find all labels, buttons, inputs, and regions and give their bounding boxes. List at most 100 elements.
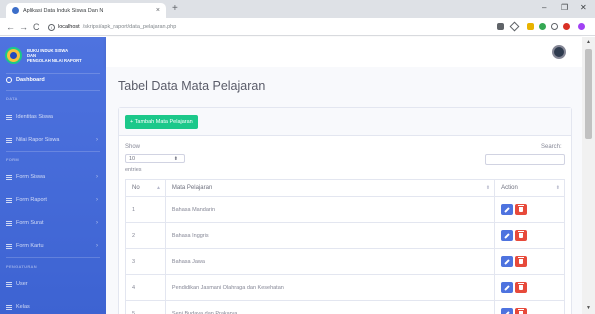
maximize-button[interactable]: ❐ xyxy=(561,3,568,13)
edit-button[interactable] xyxy=(501,204,514,215)
sidebar-item-identitas-siswa[interactable]: Identitas Siswa xyxy=(0,110,106,124)
trash-icon xyxy=(518,283,525,290)
extension-icon[interactable] xyxy=(527,23,534,30)
brand-text: BUKU INDUK SISWA DAN PENGOLAH NILAI RAPO… xyxy=(27,47,82,63)
edit-button[interactable] xyxy=(501,308,514,314)
sidebar-item-form-kartu[interactable]: Form Kartu › xyxy=(0,239,106,253)
card-header: + Tambah Mata Pelajaran xyxy=(119,108,571,136)
table-row: 2 Bahasa Inggris xyxy=(125,222,565,249)
show-label: Show xyxy=(125,144,141,150)
page-title: Tabel Data Mata Pelajaran xyxy=(118,79,266,93)
subject-name: Bahasa Jawa xyxy=(164,248,496,275)
edit-button[interactable] xyxy=(501,230,514,241)
reload-button[interactable]: C xyxy=(33,21,40,33)
table-icon xyxy=(6,281,12,287)
sidebar: BUKU INDUK SISWA DAN PENGOLAH NILAI RAPO… xyxy=(0,37,106,314)
sidebar-item-label: Form Raport xyxy=(16,197,47,203)
page-length-select[interactable]: 10 ⬍ xyxy=(125,154,185,163)
chevron-right-icon: › xyxy=(96,197,98,203)
sidebar-item-label: User xyxy=(16,281,28,287)
sidebar-item-form-siswa[interactable]: Form Siswa › xyxy=(0,170,106,184)
scrollbar-thumb[interactable] xyxy=(585,49,592,139)
add-subject-button[interactable]: + Tambah Mata Pelajaran xyxy=(125,115,198,129)
row-actions xyxy=(494,300,565,314)
profile-avatar-icon[interactable] xyxy=(578,23,585,30)
entries-label: entries xyxy=(125,167,142,173)
browser-tab[interactable]: Aplikasi Data Induk Siswa Dan N × xyxy=(6,3,166,18)
minimize-button[interactable]: – xyxy=(542,3,546,13)
scroll-down-icon[interactable]: ▼ xyxy=(586,305,591,311)
edit-button[interactable] xyxy=(501,282,514,293)
table-row: 4 Pendidikan Jasmani Olahraga dan Keseha… xyxy=(125,274,565,301)
close-window-button[interactable]: ✕ xyxy=(580,3,587,13)
chart-icon xyxy=(6,137,12,143)
bookmark-star-icon[interactable] xyxy=(509,21,520,32)
sidebar-item-label: Dashboard xyxy=(16,77,45,83)
sidebar-item-label: Identitas Siswa xyxy=(16,114,53,120)
delete-button[interactable] xyxy=(515,282,528,293)
translate-icon[interactable] xyxy=(497,23,504,30)
forward-button[interactable]: → xyxy=(19,21,28,33)
sort-icon: ⬍ xyxy=(485,185,491,191)
search-input[interactable] xyxy=(485,154,565,165)
table-icon xyxy=(6,114,12,120)
sidebar-item-form-surat[interactable]: Form Surat › xyxy=(0,216,106,230)
sidebar-item-label: Form Siswa xyxy=(16,174,46,180)
row-number: 5 xyxy=(125,300,166,314)
new-tab-button[interactable]: + xyxy=(172,3,178,15)
column-header-action[interactable]: Action ⬍ xyxy=(494,179,565,197)
delete-button[interactable] xyxy=(515,230,528,241)
browser-tab-bar: Aplikasi Data Induk Siswa Dan N × + – ❐ … xyxy=(0,0,595,18)
sort-icon: ⬍ xyxy=(555,185,560,191)
delete-button[interactable] xyxy=(515,204,528,215)
sidebar-item-user[interactable]: User xyxy=(0,277,106,291)
pencil-icon xyxy=(504,258,510,265)
table-icon xyxy=(6,243,12,249)
topbar xyxy=(106,37,582,67)
sidebar-divider xyxy=(6,151,100,152)
row-actions xyxy=(494,248,565,275)
data-card: + Tambah Mata Pelajaran Show 10 ⬍ entrie… xyxy=(118,107,572,314)
tachometer-icon xyxy=(6,77,12,83)
back-button[interactable]: ← xyxy=(6,21,15,33)
sidebar-item-form-raport[interactable]: Form Raport › xyxy=(0,193,106,207)
trash-icon xyxy=(518,231,525,238)
delete-button[interactable] xyxy=(515,256,528,267)
table-row: 5 Seni Budaya dan Prakarya xyxy=(125,300,565,314)
info-icon[interactable]: i xyxy=(48,23,55,31)
sort-caret-icon: ⬍ xyxy=(173,156,178,162)
sidebar-item-kelas[interactable]: Kelas xyxy=(0,300,106,314)
extension-icon[interactable] xyxy=(539,23,546,30)
address-bar: ← → C i localhost/skripsi/apk_raport/dat… xyxy=(0,18,595,36)
sidebar-item-dashboard[interactable]: Dashboard xyxy=(0,73,106,87)
row-number: 4 xyxy=(125,274,166,301)
sidebar-item-label: Kelas xyxy=(16,304,30,310)
table-icon xyxy=(6,304,12,310)
subject-name: Bahasa Inggris xyxy=(164,222,496,249)
sidebar-heading: FORM xyxy=(6,157,19,162)
school-logo xyxy=(5,46,22,64)
column-header-subject[interactable]: Mata Pelajaran ⬍ xyxy=(164,179,496,197)
table-icon xyxy=(6,197,12,203)
delete-button[interactable] xyxy=(515,308,528,314)
extension-icon[interactable] xyxy=(563,23,570,30)
subject-name: Seni Budaya dan Prakarya xyxy=(164,300,496,314)
scroll-up-icon[interactable]: ▲ xyxy=(586,39,591,45)
user-avatar[interactable] xyxy=(552,45,566,59)
edit-button[interactable] xyxy=(501,256,514,267)
sidebar-brand[interactable]: BUKU INDUK SISWA DAN PENGOLAH NILAI RAPO… xyxy=(0,37,106,73)
page-scrollbar[interactable]: ▲ ▼ xyxy=(582,37,595,314)
main-content: Tabel Data Mata Pelajaran + Tambah Mata … xyxy=(106,67,582,314)
page-length-value: 10 xyxy=(129,156,136,162)
column-header-no[interactable]: No ▲ xyxy=(125,179,166,197)
close-tab-icon[interactable]: × xyxy=(156,7,160,14)
extension-icon[interactable] xyxy=(551,23,558,30)
url-field[interactable]: i localhost/skripsi/apk_raport/data_pela… xyxy=(48,21,448,33)
table-row: 1 Bahasa Mandarin xyxy=(125,196,565,223)
sidebar-item-nilai-rapor-siswa[interactable]: Nilai Rapor Siswa › xyxy=(0,133,106,147)
url-host: localhost xyxy=(58,24,80,30)
sidebar-divider xyxy=(6,257,100,258)
trash-icon xyxy=(518,257,525,264)
trash-icon xyxy=(518,205,525,212)
url-path: /skripsi/apk_raport/data_pelajaran.php xyxy=(82,24,177,30)
